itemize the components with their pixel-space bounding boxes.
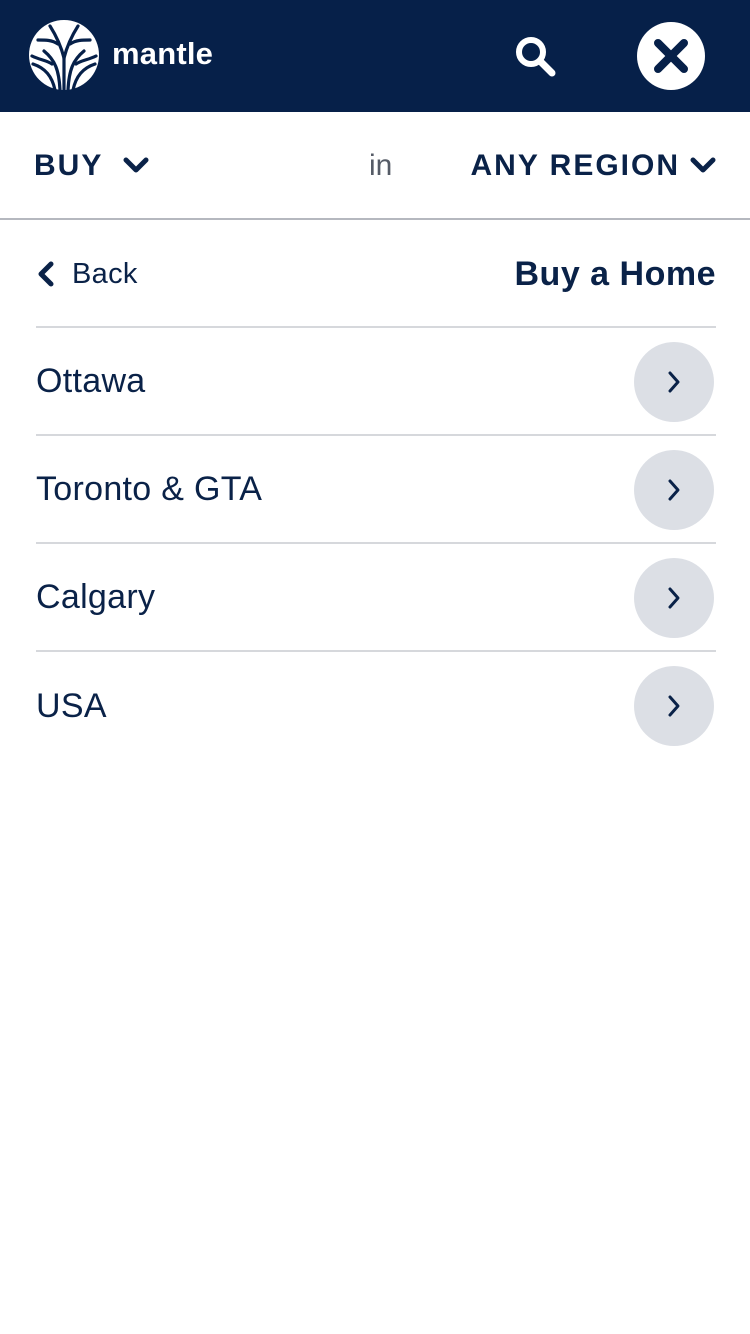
search-button[interactable] [508, 32, 562, 80]
chevron-left-icon [38, 261, 54, 287]
brand-logo[interactable]: mantle [28, 18, 213, 92]
region-list: Ottawa Toronto & GTA Calgary USA [36, 328, 716, 760]
close-icon [654, 39, 688, 73]
region-arrow-button[interactable] [634, 450, 714, 530]
region-value: ANY REGION [470, 149, 680, 182]
region-dropdown[interactable]: ANY REGION [471, 142, 716, 190]
region-item-usa[interactable]: USA [36, 652, 716, 760]
chevron-right-icon [668, 695, 680, 717]
filter-connector-text: in [369, 149, 393, 182]
section-title: Buy a Home [514, 255, 716, 293]
back-button[interactable]: Back [36, 252, 138, 296]
app-header: mantle [0, 0, 750, 112]
chevron-down-icon [690, 157, 716, 173]
search-filter-bar: BUY in ANY REGION [0, 112, 750, 220]
region-label: Toronto & GTA [36, 469, 263, 508]
brand-name: mantle [112, 35, 214, 71]
region-item-calgary[interactable]: Calgary [36, 544, 716, 652]
search-icon [516, 37, 556, 77]
menu-subheader: Back Buy a Home [36, 220, 716, 328]
back-label: Back [72, 257, 138, 290]
region-label: USA [36, 686, 107, 725]
mantle-tree-logo-icon [29, 20, 99, 92]
region-label: Calgary [36, 577, 156, 616]
region-item-toronto-gta[interactable]: Toronto & GTA [36, 436, 716, 544]
region-arrow-button[interactable] [634, 342, 714, 422]
region-label: Ottawa [36, 361, 146, 400]
transaction-type-dropdown[interactable]: BUY [34, 142, 149, 190]
transaction-type-value: BUY [34, 149, 104, 182]
chevron-right-icon [668, 371, 680, 393]
region-item-ottawa[interactable]: Ottawa [36, 328, 716, 436]
region-arrow-button[interactable] [634, 558, 714, 638]
region-arrow-button[interactable] [634, 666, 714, 746]
chevron-right-icon [668, 587, 680, 609]
chevron-down-icon [123, 157, 149, 173]
chevron-right-icon [668, 479, 680, 501]
close-button[interactable] [637, 22, 705, 90]
